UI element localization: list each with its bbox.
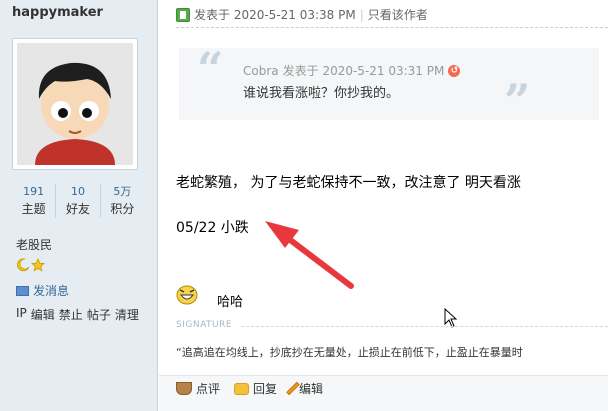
emoji-caption: 哈哈 bbox=[217, 295, 244, 310]
speech-bubble-icon bbox=[234, 382, 250, 395]
post-actions: 点评 回复 编辑 bbox=[176, 380, 323, 397]
stat-label: 积分 bbox=[110, 202, 135, 216]
quote-close-icon: ” bbox=[504, 74, 531, 128]
post-timestamp: 发表于 2020-5-21 03:38 PM bbox=[194, 8, 356, 22]
moon-icon bbox=[17, 258, 30, 272]
signature-divider bbox=[241, 326, 608, 327]
admin-link-clean[interactable]: 清理 bbox=[115, 306, 139, 323]
stat-friends[interactable]: 10 好友 bbox=[56, 184, 101, 218]
post-header: 发表于 2020-5-21 03:38 PM | 只看该作者 bbox=[176, 6, 428, 23]
quote-block: “ ” Cobra 发表于 2020-5-21 03:31 PM ↺ 谁说我看涨… bbox=[179, 42, 599, 124]
stat-label: 好友 bbox=[65, 202, 90, 216]
avatar-image bbox=[17, 43, 133, 165]
quote-timestamp: 发表于 2020-5-21 03:31 PM bbox=[282, 64, 445, 78]
mail-icon bbox=[16, 285, 29, 296]
mouse-cursor-icon bbox=[444, 308, 458, 328]
username[interactable]: happymaker bbox=[12, 5, 103, 20]
post-body-line: 05/22 小跌 bbox=[176, 220, 249, 236]
stat-points[interactable]: 5万 积分 bbox=[101, 184, 144, 218]
send-message-link[interactable]: 发消息 bbox=[16, 282, 69, 299]
pencil-icon bbox=[286, 381, 300, 396]
divider bbox=[176, 27, 608, 28]
separator: | bbox=[359, 7, 364, 22]
user-sidebar: happymaker 191 主题 10 好友 5万 积分 老股民 发消息 IP… bbox=[0, 0, 158, 411]
quote-text: 谁说我看涨啦？你抄我的。 bbox=[243, 86, 400, 101]
avatar[interactable] bbox=[12, 38, 138, 170]
post-body-line: 老蛇繁殖， 为了与老蛇保持不一致，改注意了 明天看涨 bbox=[176, 175, 521, 191]
signature-label: SIGNATURE bbox=[176, 320, 233, 330]
star-icon bbox=[31, 258, 45, 272]
admin-links: IP 编辑 禁止 帖子 清理 bbox=[16, 306, 139, 323]
admin-link-ip[interactable]: IP bbox=[16, 306, 27, 323]
admin-link-ban[interactable]: 禁止 bbox=[59, 306, 83, 323]
stat-value: 10 bbox=[70, 185, 85, 198]
post-status-icon bbox=[176, 7, 190, 22]
rank-stars bbox=[16, 258, 45, 272]
send-message-label: 发消息 bbox=[33, 284, 70, 298]
edit-label: 编辑 bbox=[299, 382, 324, 396]
jump-to-post-icon[interactable]: ↺ bbox=[448, 64, 461, 77]
stat-label: 主题 bbox=[21, 202, 46, 216]
admin-link-posts[interactable]: 帖子 bbox=[87, 306, 111, 323]
user-rank[interactable]: 老股民 bbox=[16, 236, 52, 253]
post-content: 发表于 2020-5-21 03:38 PM | 只看该作者 “ ” Cobra… bbox=[159, 0, 608, 411]
rate-label: 点评 bbox=[196, 382, 221, 396]
only-author-link[interactable]: 只看该作者 bbox=[368, 6, 428, 23]
rate-button[interactable]: 点评 bbox=[176, 380, 220, 397]
user-stats: 191 主题 10 好友 5万 积分 bbox=[12, 184, 144, 218]
signature-text: “追高追在均线上，抄底抄在无量处，止损止在前低下，止盈止在暴量时 bbox=[176, 346, 523, 359]
stat-threads[interactable]: 191 主题 bbox=[12, 184, 57, 218]
laughing-emoji-icon bbox=[176, 285, 198, 305]
quote-author[interactable]: Cobra bbox=[243, 64, 279, 78]
edit-button[interactable]: 编辑 bbox=[286, 380, 324, 397]
reply-button[interactable]: 回复 bbox=[234, 380, 277, 397]
quote-meta: Cobra 发表于 2020-5-21 03:31 PM ↺ bbox=[243, 62, 461, 79]
stat-value: 5万 bbox=[113, 185, 132, 198]
reply-label: 回复 bbox=[253, 382, 278, 396]
quote-open-icon: “ bbox=[197, 42, 224, 96]
admin-link-edit[interactable]: 编辑 bbox=[31, 306, 55, 323]
cup-icon bbox=[176, 382, 192, 395]
stat-value: 191 bbox=[23, 185, 45, 198]
